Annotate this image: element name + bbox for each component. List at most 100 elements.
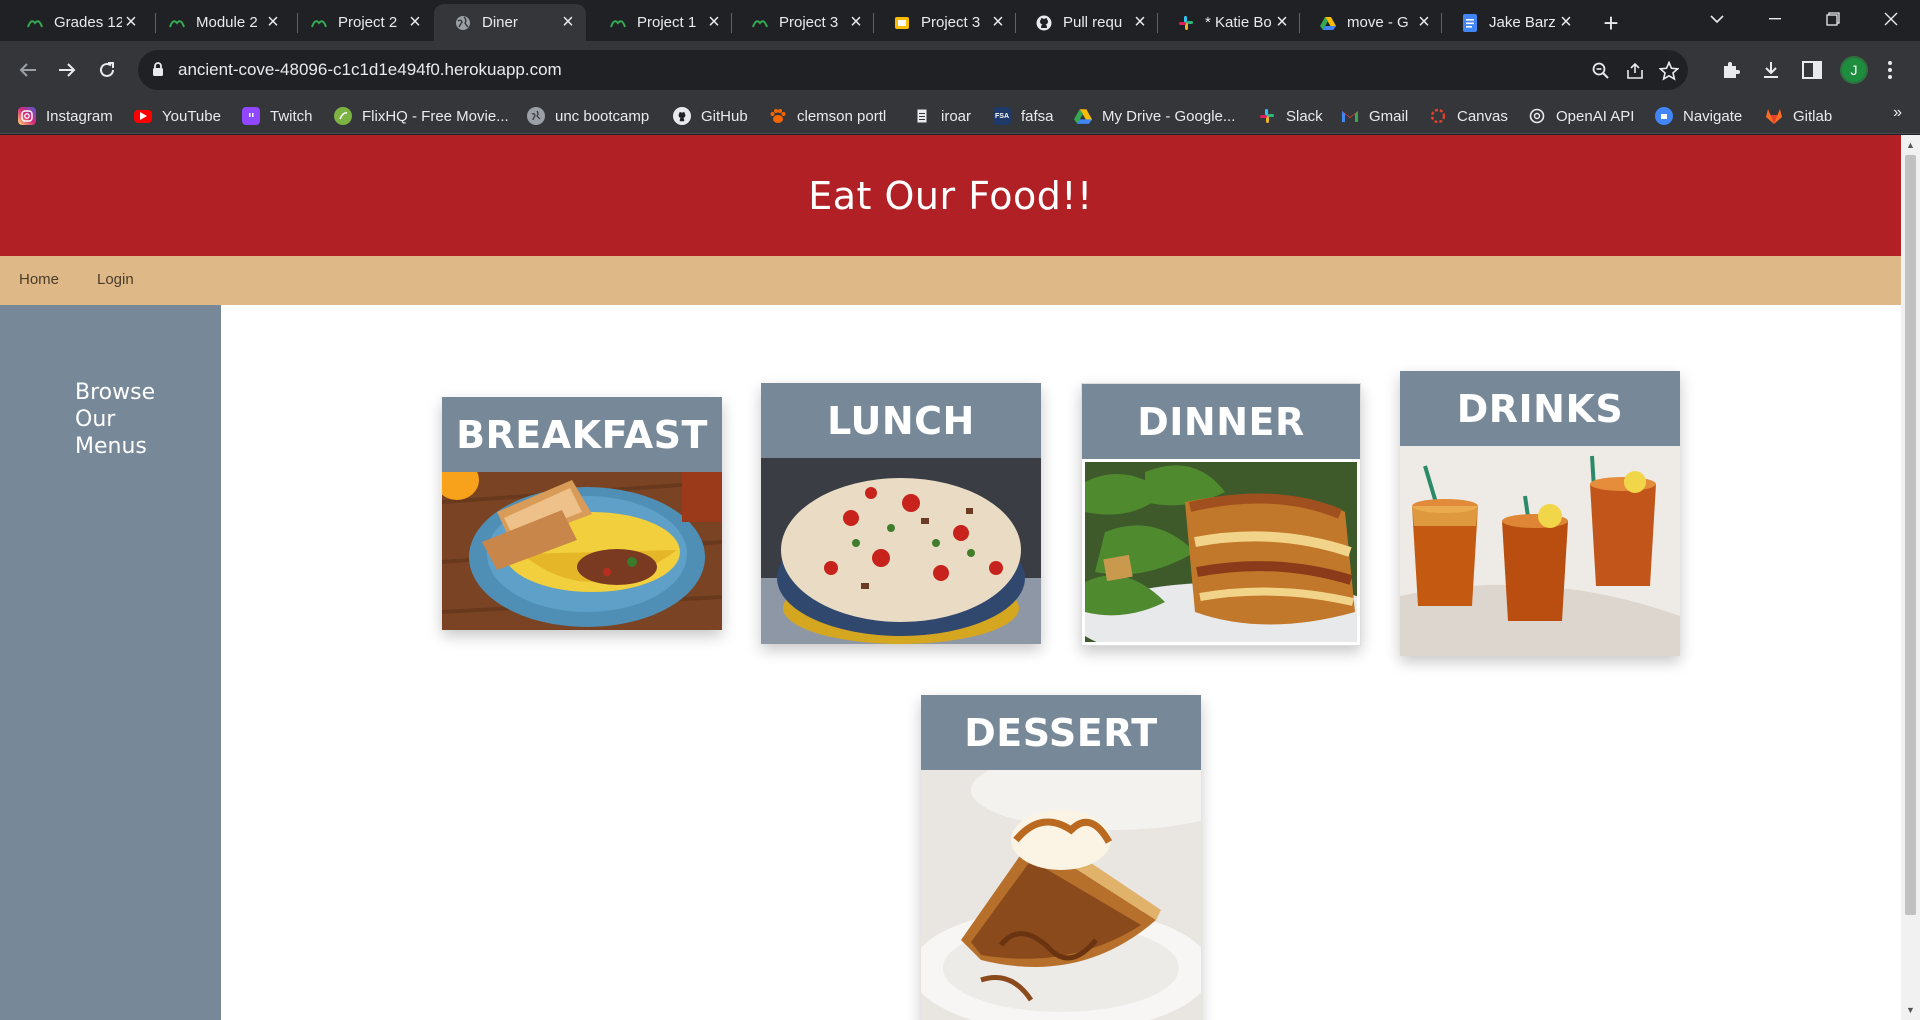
bookmark-openai-api[interactable]: OpenAI API <box>1528 104 1634 128</box>
close-icon[interactable]: × <box>559 11 577 33</box>
bookmark-unc-bootcamp[interactable]: unc bootcamp <box>527 104 649 128</box>
page-scrollbar[interactable]: ▲ ▼ <box>1901 135 1920 1020</box>
side-panel-icon[interactable] <box>1799 57 1825 83</box>
close-icon[interactable]: × <box>1557 11 1575 33</box>
tab-project-3[interactable]: Project 3 × <box>731 4 874 41</box>
bootcamp-leaf-icon <box>26 14 44 32</box>
bootcamp-leaf-icon <box>751 14 769 32</box>
bookmark-github[interactable]: GitHub <box>673 104 748 128</box>
forward-button[interactable] <box>50 53 84 87</box>
browse-menus-text: Browse Our Menus <box>75 380 156 459</box>
bookmark-star-icon[interactable] <box>1657 59 1681 83</box>
back-button[interactable] <box>11 53 45 87</box>
scroll-up-arrow-icon[interactable]: ▲ <box>1901 137 1920 153</box>
bookmark-gmail[interactable]: Gmail <box>1341 104 1408 128</box>
slack-icon <box>1258 107 1276 125</box>
scroll-down-arrow-icon[interactable]: ▼ <box>1901 1002 1920 1018</box>
close-icon[interactable]: × <box>705 11 723 33</box>
pasta-salad-photo[interactable] <box>761 458 1041 644</box>
bookmarks-bar: Instagram YouTube Twitch FlixHQ - Free M… <box>0 98 1920 134</box>
close-icon[interactable]: × <box>989 11 1007 33</box>
tab-diner[interactable]: Diner × <box>434 4 586 41</box>
bootcamp-leaf-icon <box>609 14 627 32</box>
tab-module[interactable]: Module 2 × <box>148 4 291 41</box>
bookmark-google-drive[interactable]: My Drive - Google... <box>1074 104 1235 128</box>
bookmark-label: Slack <box>1286 107 1323 125</box>
scrollbar-thumb[interactable] <box>1905 155 1916 915</box>
tab-project-1[interactable]: Project 1 × <box>589 4 732 41</box>
address-bar[interactable]: ancient-cove-48096-c1c1d1e494f0.herokuap… <box>138 50 1688 90</box>
tab-title: Pull requ <box>1063 14 1123 31</box>
bookmark-iroar[interactable]: iroar <box>913 104 971 128</box>
tab-search-chevron-icon[interactable] <box>1688 0 1746 38</box>
bookmarks-overflow-button[interactable]: » <box>1893 104 1902 122</box>
tab-title: Grades 12 <box>54 14 122 31</box>
bookmark-clemson-portal[interactable]: clemson portl <box>769 104 886 128</box>
menu-card-dessert[interactable]: DESSERT <box>921 695 1201 1020</box>
close-icon[interactable]: × <box>1415 11 1433 33</box>
drive-icon <box>1074 107 1092 125</box>
zoom-icon[interactable] <box>1589 59 1613 83</box>
bookmark-slack[interactable]: Slack <box>1258 104 1323 128</box>
nav-login-link[interactable]: Login <box>97 271 134 288</box>
gmail-icon <box>1341 107 1359 125</box>
close-icon[interactable]: × <box>1273 11 1291 33</box>
close-icon[interactable]: × <box>264 11 282 33</box>
tab-move-drive[interactable]: move - G × <box>1299 4 1442 41</box>
bookmark-twitch[interactable]: Twitch <box>242 104 313 128</box>
omelette-and-toast-photo[interactable] <box>442 472 722 630</box>
tab-grades[interactable]: Grades 12 × <box>6 4 149 41</box>
download-icon[interactable] <box>1758 57 1784 83</box>
tab-project-3-slides[interactable]: Project 3 × <box>873 4 1016 41</box>
github-icon <box>673 107 691 125</box>
new-tab-button[interactable]: + <box>1596 8 1626 38</box>
restore-icon[interactable] <box>1804 0 1862 38</box>
reload-button[interactable] <box>90 53 124 87</box>
profile-avatar[interactable]: J <box>1840 56 1868 84</box>
tab-title: Project 3 <box>921 14 981 31</box>
lock-icon[interactable] <box>152 61 168 79</box>
bookmark-instagram[interactable]: Instagram <box>18 104 113 128</box>
tab-title: Jake Barz <box>1489 14 1556 31</box>
close-window-icon[interactable] <box>1862 0 1920 38</box>
bookmark-label: Canvas <box>1457 107 1508 125</box>
menu-kebab-icon[interactable] <box>1877 57 1903 83</box>
close-icon[interactable]: × <box>122 11 140 33</box>
tab-jake-docs[interactable]: Jake Barz × <box>1441 4 1584 41</box>
bookmark-navigate[interactable]: Navigate <box>1655 104 1742 128</box>
bootcamp-leaf-icon <box>310 14 328 32</box>
nav-home-link[interactable]: Home <box>19 271 59 288</box>
bookmark-gitlab[interactable]: Gitlab <box>1765 104 1832 128</box>
apple-pie-with-ice-cream-photo[interactable] <box>921 770 1201 1020</box>
bookmark-flixhq[interactable]: FlixHQ - Free Movie... <box>334 104 509 128</box>
url-text[interactable]: ancient-cove-48096-c1c1d1e494f0.herokuap… <box>178 60 562 80</box>
tab-pull-request[interactable]: Pull requ × <box>1015 4 1158 41</box>
bookmark-youtube[interactable]: YouTube <box>134 104 221 128</box>
clemson-paw-icon <box>769 107 787 125</box>
menu-card-breakfast[interactable]: BREAKFAST <box>442 397 722 630</box>
minimize-icon[interactable] <box>1746 0 1804 38</box>
gitlab-icon <box>1765 107 1783 125</box>
close-icon[interactable]: × <box>406 11 424 33</box>
menu-card-drinks[interactable]: DRINKS <box>1400 371 1680 656</box>
bookmark-canvas[interactable]: Canvas <box>1429 104 1508 128</box>
tab-title: Project 2 <box>338 14 398 31</box>
menu-card-title: BREAKFAST <box>442 397 722 472</box>
bookmark-label: unc bootcamp <box>555 107 650 125</box>
bookmark-label: Instagram <box>46 107 113 125</box>
youtube-icon <box>134 109 152 123</box>
close-icon[interactable]: × <box>1131 11 1149 33</box>
menu-card-dinner[interactable]: DINNER <box>1081 383 1361 646</box>
tab-katie-slack[interactable]: * Katie Bo × <box>1157 4 1300 41</box>
navigate-icon <box>1655 107 1673 125</box>
iced-tea-glasses-photo[interactable] <box>1400 446 1680 656</box>
menu-card-lunch[interactable]: LUNCH <box>761 383 1041 644</box>
close-icon[interactable]: × <box>847 11 865 33</box>
bookmark-fafsa[interactable]: FSA fafsa <box>993 104 1054 128</box>
tab-project-2[interactable]: Project 2 × <box>290 4 433 41</box>
bookmark-label: Gmail <box>1369 107 1409 125</box>
extensions-puzzle-icon[interactable] <box>1718 57 1744 83</box>
lasagna-and-caesar-salad-photo[interactable] <box>1082 459 1360 645</box>
share-icon[interactable] <box>1623 59 1647 83</box>
browser-toolbar: ancient-cove-48096-c1c1d1e494f0.herokuap… <box>0 41 1920 98</box>
